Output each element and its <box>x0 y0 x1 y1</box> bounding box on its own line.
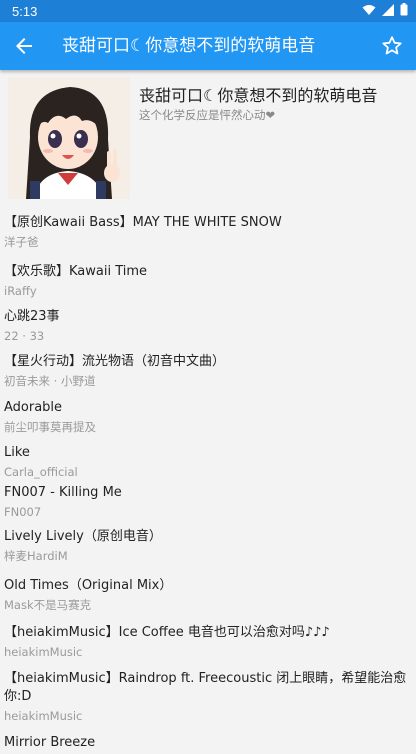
status-icons <box>362 3 408 16</box>
song-item[interactable]: 【heiakimMusic】Ice Coffee 电音也可以治愈对吗♪♪♪ he… <box>4 624 412 660</box>
star-outline-icon[interactable] <box>380 34 404 58</box>
song-artist: FN007 <box>4 505 42 519</box>
song-title: 心跳23事 <box>4 309 60 324</box>
song-item[interactable]: 【欢乐歌】Kawaii Time iRaffy <box>4 263 412 299</box>
battery-icon <box>400 3 408 16</box>
song-title: 【heiakimMusic】Ice Coffee 电音也可以治愈对吗♪♪♪ <box>4 625 330 640</box>
song-item[interactable]: Mirrior Breeze <box>4 734 412 754</box>
song-artist: 前尘叩事莫再提及 <box>4 420 96 434</box>
song-artist: heiakimMusic <box>4 645 83 659</box>
playlist-title: 丧甜可口☾你意想不到的软萌电音 <box>139 86 378 105</box>
song-title: Old Times（Original Mix） <box>4 578 173 593</box>
song-item[interactable]: 心跳23事 22 · 33 <box>4 308 412 344</box>
playlist-header: 丧甜可口☾你意想不到的软萌电音 这个化学反应是怦然心动❤ <box>8 77 408 201</box>
song-item[interactable]: 【heiakimMusic】Raindrop ft. Freecoustic 闭… <box>4 670 412 724</box>
song-title: Lively Lively（原创电音） <box>4 529 162 544</box>
song-title: 【欢乐歌】Kawaii Time <box>4 264 148 279</box>
song-title: 【原创Kawaii Bass】MAY THE WHITE SNOW <box>4 215 282 230</box>
song-item[interactable]: 【星火行动】流光物语（初音中文曲） 初音未来 · 小野道 <box>4 353 412 389</box>
song-item[interactable]: Like Carla_official <box>4 444 412 480</box>
song-title: 【星火行动】流光物语（初音中文曲） <box>4 354 226 369</box>
song-title: Adorable <box>4 400 63 415</box>
song-artist: Mask不是马赛克 <box>4 598 92 612</box>
song-item[interactable]: Old Times（Original Mix） Mask不是马赛克 <box>4 577 412 613</box>
app-bar: 丧甜可口☾你意想不到的软萌电音 <box>0 22 416 70</box>
song-item[interactable]: FN007 - Killing Me FN007 <box>4 484 412 520</box>
wifi-icon <box>362 4 376 15</box>
song-artist: iRaffy <box>4 284 37 298</box>
cover-illustration <box>8 77 130 199</box>
song-title: 【heiakimMusic】Raindrop ft. Freecoustic 闭… <box>4 671 407 704</box>
song-artist: Carla_official <box>4 465 78 479</box>
playlist-subtitle: 这个化学反应是怦然心动❤ <box>139 108 276 122</box>
song-artist: 梓麦HardiM <box>4 549 68 563</box>
page-title: 丧甜可口☾你意想不到的软萌电音 <box>62 36 316 56</box>
song-title: Like <box>4 445 30 460</box>
song-title: Mirrior Breeze <box>4 735 96 750</box>
song-item[interactable]: Adorable 前尘叩事莫再提及 <box>4 399 412 435</box>
song-artist: 初音未来 · 小野道 <box>4 374 96 388</box>
arrow-back-icon[interactable] <box>12 34 36 58</box>
song-item[interactable]: Lively Lively（原创电音） 梓麦HardiM <box>4 528 412 564</box>
song-title: FN007 - Killing Me <box>4 485 122 500</box>
playlist-cover-image[interactable] <box>8 77 130 199</box>
song-artist: 洋子爸 <box>4 235 39 249</box>
signal-icon <box>382 3 394 16</box>
song-artist: 22 · 33 <box>4 329 45 343</box>
status-bar: 5:13 <box>0 0 416 22</box>
status-time: 5:13 <box>12 4 38 19</box>
song-artist: heiakimMusic <box>4 709 83 723</box>
song-item[interactable]: 【原创Kawaii Bass】MAY THE WHITE SNOW 洋子爸 <box>4 214 412 250</box>
